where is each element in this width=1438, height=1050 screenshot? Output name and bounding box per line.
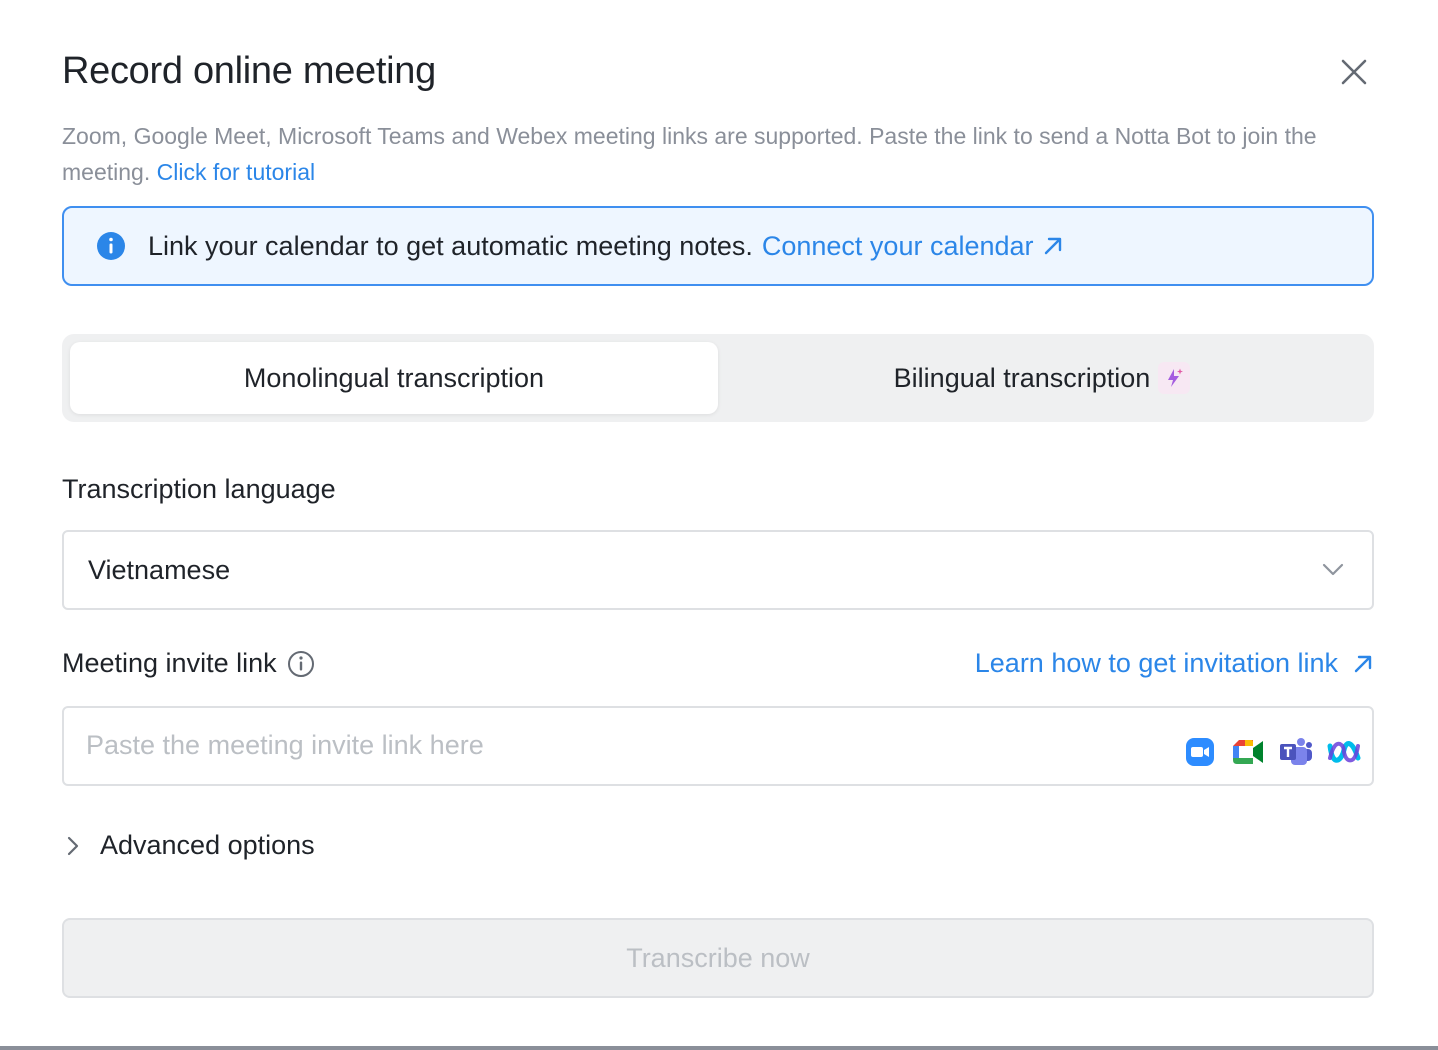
zoom-icon bbox=[1182, 734, 1218, 770]
transcription-mode-tabs: Monolingual transcription Bilingual tran… bbox=[62, 334, 1374, 422]
webex-icon bbox=[1326, 734, 1362, 770]
language-select[interactable]: Vietnamese bbox=[62, 530, 1374, 610]
transcribe-now-button[interactable]: Transcribe now bbox=[62, 918, 1374, 998]
learn-invitation-link[interactable]: Learn how to get invitation link bbox=[975, 648, 1374, 679]
tab-bilingual-label: Bilingual transcription bbox=[893, 362, 1151, 393]
tab-monolingual[interactable]: Monolingual transcription bbox=[70, 342, 718, 414]
invite-link-label-wrap: Meeting invite link bbox=[62, 648, 315, 679]
learn-invitation-label: Learn how to get invitation link bbox=[974, 648, 1338, 678]
tab-bilingual[interactable]: Bilingual transcription bbox=[718, 342, 1366, 414]
dialog-title: Record online meeting bbox=[62, 50, 436, 92]
dialog-description: Zoom, Google Meet, Microsoft Teams and W… bbox=[62, 118, 1382, 190]
language-label: Transcription language bbox=[62, 474, 336, 504]
info-icon bbox=[97, 232, 125, 260]
record-meeting-dialog: Record online meeting Zoom, Google Meet,… bbox=[0, 0, 1438, 1050]
invite-link-field bbox=[62, 706, 1374, 786]
microsoft-teams-icon bbox=[1278, 734, 1314, 770]
banner-text: Link your calendar to get automatic meet… bbox=[148, 230, 753, 261]
advanced-options-label: Advanced options bbox=[100, 830, 315, 860]
tutorial-link[interactable]: Click for tutorial bbox=[157, 159, 315, 185]
close-icon bbox=[1341, 59, 1367, 85]
close-button[interactable] bbox=[1334, 52, 1374, 92]
chevron-right-icon bbox=[67, 836, 79, 855]
supported-platforms bbox=[1182, 734, 1362, 770]
ai-sparkle-icon bbox=[1158, 362, 1191, 394]
invite-link-label: Meeting invite link bbox=[62, 648, 277, 678]
tab-monolingual-label: Monolingual transcription bbox=[243, 362, 545, 393]
connect-calendar-label: Connect your calendar bbox=[761, 230, 1034, 261]
connect-calendar-link[interactable]: Connect your calendar bbox=[762, 231, 1064, 262]
google-meet-icon bbox=[1230, 734, 1266, 770]
info-outline-icon[interactable] bbox=[287, 650, 315, 678]
external-link-arrow-icon bbox=[1044, 237, 1061, 255]
invite-link-header: Meeting invite link Learn how to get inv… bbox=[62, 648, 1374, 679]
advanced-options-toggle[interactable]: Advanced options bbox=[66, 830, 315, 861]
chevron-down-icon bbox=[1322, 563, 1344, 576]
invite-link-input[interactable] bbox=[86, 720, 1166, 770]
language-value: Vietnamese bbox=[88, 554, 231, 585]
external-link-arrow-icon bbox=[1354, 655, 1372, 672]
calendar-banner: Link your calendar to get automatic meet… bbox=[62, 206, 1374, 286]
